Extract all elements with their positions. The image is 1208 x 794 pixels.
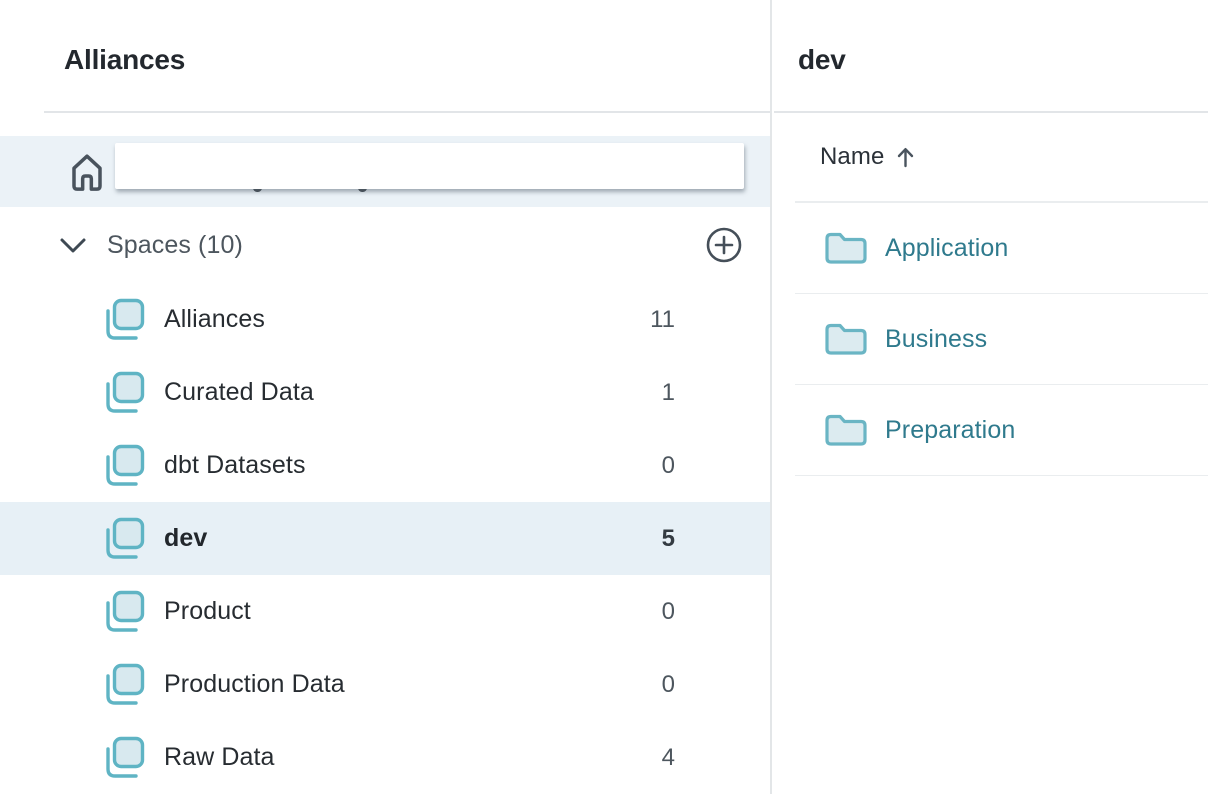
app-window: Alliances Spaces (10) [0, 0, 1208, 794]
sort-ascending-arrow-icon [895, 146, 916, 168]
add-space-button[interactable] [705, 226, 743, 264]
spaces-section-label: Spaces (10) [107, 207, 243, 283]
space-item-label: dbt Datasets [164, 429, 306, 502]
sidebar-panel: Alliances Spaces (10) [0, 0, 772, 794]
chevron-down-icon[interactable] [58, 235, 88, 257]
spaces-section-header: Spaces (10) [0, 207, 770, 283]
folder-link[interactable]: Business [885, 325, 987, 354]
space-item-count: 11 [650, 283, 675, 356]
space-item-count: 0 [662, 648, 675, 721]
folder-row-application[interactable]: Application [795, 203, 1208, 294]
space-icon [100, 661, 148, 709]
folder-icon [823, 229, 869, 267]
space-item-label: Alliances [164, 283, 265, 356]
dataset-table: Application Business Preparation [774, 203, 1208, 476]
home-item[interactable] [0, 136, 770, 207]
sidebar-item-dev[interactable]: dev 5 [0, 502, 770, 575]
sidebar-title-divider [44, 111, 770, 113]
sidebar-item-production-data[interactable]: Production Data 0 [0, 648, 770, 721]
folder-icon [823, 320, 869, 358]
sidebar-item-alliances[interactable]: Alliances 11 [0, 283, 770, 356]
sidebar-item-product[interactable]: Product 0 [0, 575, 770, 648]
space-icon [100, 369, 148, 417]
folder-link[interactable]: Application [885, 234, 1008, 263]
main-panel: dev Name Application [774, 0, 1208, 794]
space-item-label: Curated Data [164, 356, 314, 429]
space-item-count: 5 [662, 502, 675, 575]
space-item-label: Product [164, 575, 251, 648]
space-item-label: dev [164, 502, 207, 575]
space-item-label: Raw Data [164, 721, 275, 794]
space-item-label: Production Data [164, 648, 345, 721]
spaces-list: Alliances 11 Curated Data 1 [0, 283, 770, 794]
column-header-name[interactable]: Name [820, 113, 1208, 201]
space-icon [100, 296, 148, 344]
space-icon [100, 515, 148, 563]
folder-icon [823, 411, 869, 449]
sidebar-item-dbt-datasets[interactable]: dbt Datasets 0 [0, 429, 770, 502]
folder-row-business[interactable]: Business [795, 294, 1208, 385]
space-icon [100, 442, 148, 490]
space-icon [100, 734, 148, 782]
redacted-home-label [115, 143, 744, 189]
page-title: dev [798, 41, 846, 79]
sidebar-item-raw-data[interactable]: Raw Data 4 [0, 721, 770, 794]
home-icon [67, 148, 107, 194]
sidebar-item-curated-data[interactable]: Curated Data 1 [0, 356, 770, 429]
space-icon [100, 588, 148, 636]
space-item-count: 0 [662, 429, 675, 502]
space-item-count: 0 [662, 575, 675, 648]
folder-row-preparation[interactable]: Preparation [795, 385, 1208, 476]
sidebar-title: Alliances [64, 41, 185, 79]
space-item-count: 4 [662, 721, 675, 794]
folder-link[interactable]: Preparation [885, 416, 1015, 445]
space-item-count: 1 [662, 356, 675, 429]
name-column-label: Name [820, 143, 884, 171]
